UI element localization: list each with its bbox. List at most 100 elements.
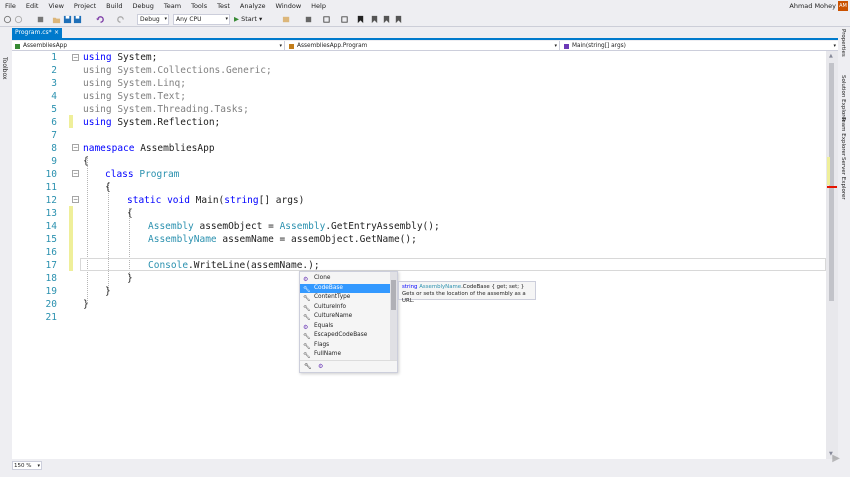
properties-tab[interactable]: Properties — [840, 29, 846, 57]
undo-icon[interactable] — [96, 15, 105, 24]
code-line-18: } — [127, 273, 133, 284]
step-icon[interactable] — [304, 15, 313, 24]
tooltip-description: Gets or sets the location of the assembl… — [402, 291, 526, 304]
completion-item-label: ContentType — [314, 294, 351, 300]
change-marker — [69, 115, 73, 128]
completion-item[interactable]: 🔧︎ EscapedCodeBase — [300, 331, 390, 341]
line-number: 19 — [45, 286, 57, 297]
code-editor[interactable]: 1 2 3 4 5 6 7 8 9 10 11 12 13 14 15 16 17 18 19 20 21 − − − … — [12, 51, 826, 459]
collapse-icon[interactable]: − — [72, 196, 79, 203]
bookmark-icon[interactable] — [356, 15, 365, 24]
menu-file[interactable]: File — [0, 0, 21, 12]
configuration-dropdown[interactable]: Debug ▾ — [137, 14, 169, 25]
completion-item[interactable]: ⚙ Clone — [300, 274, 390, 284]
prev-bookmark-icon[interactable] — [370, 15, 379, 24]
tab-program-cs[interactable]: Program.cs* × — [12, 28, 62, 38]
menu-edit[interactable]: Edit — [21, 0, 44, 12]
chevron-down-icon: ▾ — [225, 16, 228, 22]
redo-icon[interactable] — [116, 15, 125, 24]
line-number: 7 — [51, 130, 57, 141]
quick-info-tooltip: string AssemblyName.CodeBase { get; set;… — [398, 281, 536, 304]
uncomment-icon[interactable] — [340, 15, 349, 24]
collapse-icon[interactable]: − — [72, 54, 79, 61]
platform-dropdown[interactable]: Any CPU ▾ — [173, 14, 230, 25]
back-icon[interactable] — [3, 15, 12, 24]
code-line-5: using System.Threading.Tasks; — [83, 104, 249, 115]
menu-analyze[interactable]: Analyze — [235, 0, 271, 12]
line-number: 13 — [45, 208, 57, 219]
menu-window[interactable]: Window — [271, 0, 307, 12]
zoom-dropdown[interactable]: 150 % ▾ — [12, 461, 42, 470]
close-icon[interactable]: × — [54, 28, 59, 38]
menu-team[interactable]: Team — [159, 0, 186, 12]
line-number: 15 — [45, 234, 57, 245]
menu-tools[interactable]: Tools — [186, 0, 212, 12]
completion-item-label: FullName — [314, 351, 342, 357]
clear-bookmarks-icon[interactable] — [394, 15, 403, 24]
completion-item[interactable]: 🔧︎ FullName — [300, 350, 390, 360]
save-all-icon[interactable] — [73, 15, 82, 24]
code-line-12: static void Main(string[] args) — [127, 195, 305, 206]
line-number: 2 — [51, 65, 57, 76]
menu-project[interactable]: Project — [69, 0, 101, 12]
forward-icon[interactable] — [14, 15, 23, 24]
project-dropdown[interactable]: AssembliesApp ▾ — [12, 41, 285, 51]
server-explorer-tab[interactable]: Server Explorer — [840, 157, 846, 200]
completion-item-label: CultureInfo — [314, 303, 347, 310]
user-name[interactable]: Ahmad Mohey — [789, 0, 836, 12]
code-line-20: } — [83, 299, 89, 310]
avatar[interactable]: AM — [838, 1, 848, 11]
chevron-down-icon: ▾ — [37, 463, 40, 469]
configuration-value: Debug — [140, 16, 160, 23]
menu-build[interactable]: Build — [101, 0, 127, 12]
method-filter-icon[interactable]: ⚙ — [318, 363, 323, 370]
completion-item[interactable]: 🔧︎ CultureName — [300, 312, 390, 322]
scrollbar-thumb[interactable] — [391, 280, 396, 310]
project-value: AssembliesApp — [23, 43, 68, 49]
completion-item[interactable]: ⚙ Equals — [300, 322, 390, 332]
completion-item-label: CultureName — [314, 313, 353, 319]
team-explorer-tab[interactable]: Team Explorer — [840, 117, 846, 156]
navigation-bar: AssembliesApp ▾ AssembliesApp.Program ▾ … — [12, 41, 838, 51]
new-project-icon[interactable] — [36, 15, 45, 24]
comment-icon[interactable] — [322, 15, 331, 24]
vertical-scrollbar[interactable]: ▲ ▼ — [826, 51, 838, 459]
menu-bar: File Edit View Project Build Debug Team … — [0, 0, 850, 12]
line-number: 20 — [45, 299, 57, 310]
code-line-1: using System; — [83, 52, 158, 63]
menu-debug[interactable]: Debug — [128, 0, 159, 12]
menu-view[interactable]: View — [43, 0, 68, 12]
error-overview-marker — [827, 186, 837, 188]
method-icon — [564, 44, 569, 49]
save-icon[interactable] — [63, 15, 72, 24]
open-icon[interactable] — [52, 15, 61, 24]
browse-icon[interactable] — [282, 15, 291, 24]
collapse-icon[interactable]: − — [72, 170, 79, 177]
collapse-icon[interactable]: − — [72, 144, 79, 151]
start-button[interactable]: ▶ Start ▾ — [234, 14, 264, 25]
line-number: 12 — [45, 195, 57, 206]
solution-explorer-tab[interactable]: Solution Explorer — [840, 75, 846, 122]
toolbox-tab[interactable]: Toolbox — [1, 57, 8, 80]
chevron-down-icon: ▾ — [259, 15, 263, 23]
completion-item[interactable]: 🔧︎ CultureInfo — [300, 303, 390, 313]
type-value: AssembliesApp.Program — [297, 43, 368, 49]
type-dropdown[interactable]: AssembliesApp.Program ▾ — [286, 41, 560, 51]
completion-scrollbar[interactable] — [390, 272, 397, 360]
intellisense-list[interactable]: ⚙ Clone 🔧︎ CodeBase 🔧︎ ContentType 🔧︎ CultureIn… — [299, 271, 398, 373]
completion-item[interactable]: 🔧︎ Flags — [300, 341, 390, 351]
line-number: 18 — [45, 273, 57, 284]
code-line-13: { — [127, 208, 133, 219]
menu-help[interactable]: Help — [306, 0, 331, 12]
completion-item[interactable]: 🔧︎ CodeBase — [300, 283, 390, 293]
member-dropdown[interactable]: Main(string[] args) ▾ — [561, 41, 838, 51]
next-bookmark-icon[interactable] — [382, 15, 391, 24]
code-line-14: Assembly assemObject = Assembly.GetEntry… — [148, 221, 440, 232]
play-icon: ▶ — [234, 15, 239, 23]
menu-test[interactable]: Test — [212, 0, 235, 12]
wrench-icon[interactable]: 🔧︎ — [304, 363, 312, 370]
scroll-up-icon[interactable]: ▲ — [829, 53, 833, 59]
line-number: 11 — [45, 182, 57, 193]
toolbar: Debug ▾ Any CPU ▾ ▶ Start ▾ — [0, 12, 850, 27]
completion-item[interactable]: 🔧︎ ContentType — [300, 293, 390, 303]
